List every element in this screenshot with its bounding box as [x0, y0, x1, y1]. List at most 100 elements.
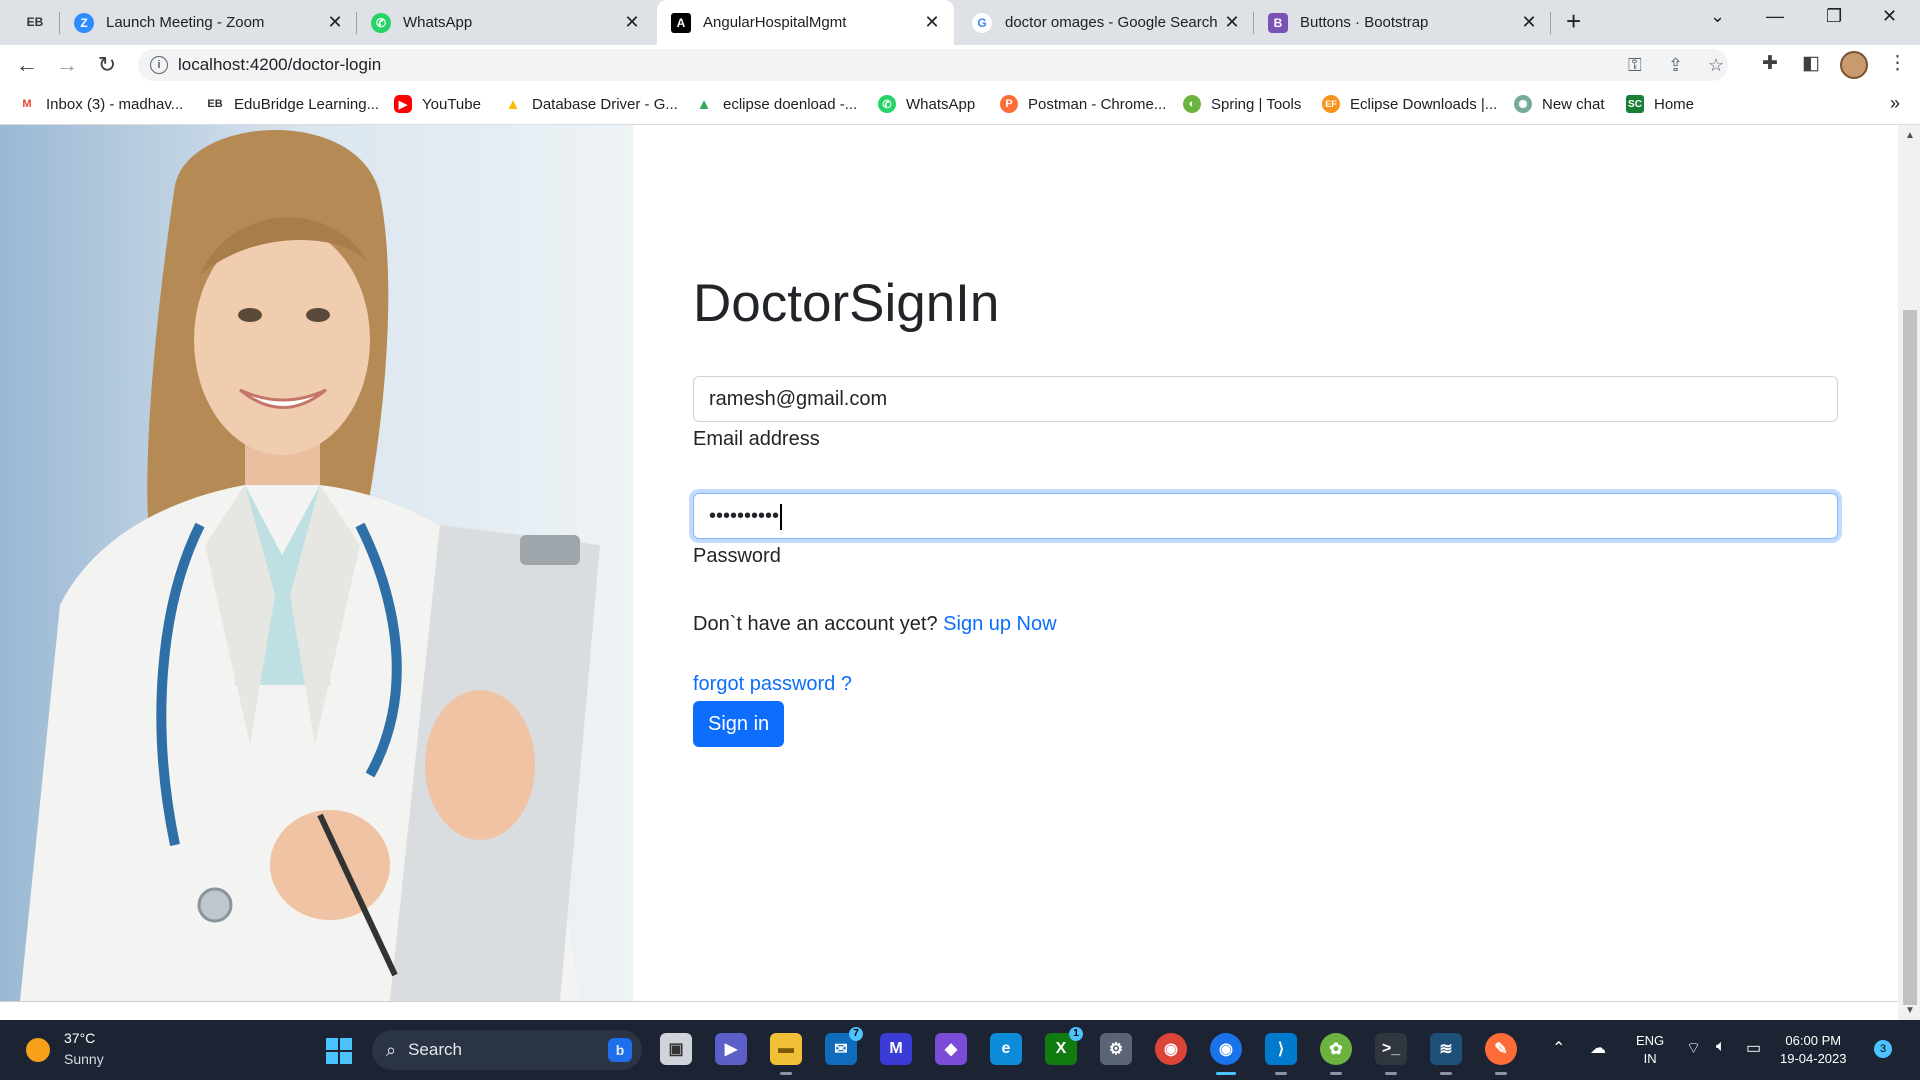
- close-icon[interactable]: ✕: [325, 12, 345, 33]
- tab-label: WhatsApp: [403, 14, 473, 31]
- share-icon[interactable]: ⇪: [1668, 55, 1683, 76]
- close-icon[interactable]: ✕: [922, 12, 942, 33]
- site-info-icon[interactable]: i: [150, 56, 168, 74]
- forgot-password-link[interactable]: forgot password ?: [693, 673, 852, 696]
- sun-icon[interactable]: [26, 1038, 50, 1062]
- bookmark-gmail[interactable]: M Inbox (3) - madhav...: [18, 95, 183, 113]
- volume-icon[interactable]: 🔈︎: [1716, 1038, 1726, 1056]
- email-label: Email address: [693, 428, 820, 450]
- teams-chat-icon[interactable]: ▶: [715, 1033, 747, 1065]
- notification-badge[interactable]: 3: [1874, 1040, 1892, 1058]
- bookmark-label: YouTube: [422, 95, 481, 113]
- tab-bootstrap[interactable]: B Buttons · Bootstrap ✕: [1254, 0, 1551, 45]
- bookmark-edubridge[interactable]: EB EduBridge Learning...: [206, 95, 379, 113]
- postman-icon[interactable]: ✎: [1485, 1033, 1517, 1075]
- bookmark-spring-tools[interactable]: ◐ Spring | Tools: [1183, 95, 1301, 113]
- chrome-icon[interactable]: ◉: [1155, 1033, 1187, 1065]
- tab-angularhospitalmgmt[interactable]: A AngularHospitalMgmt ✕: [657, 0, 954, 45]
- scroll-up-arrow-icon[interactable]: ▲: [1903, 130, 1917, 141]
- spring-tools-icon[interactable]: ✿: [1320, 1033, 1352, 1075]
- youtube-icon: ▶: [394, 95, 412, 113]
- tab-whatsapp[interactable]: ✆ WhatsApp ✕: [357, 0, 654, 45]
- signup-prompt: Don`t have an account yet? Sign up Now: [693, 613, 1057, 636]
- bookmark-eclipse-download[interactable]: ▲ eclipse doenload -...: [695, 95, 857, 113]
- bookmark-youtube[interactable]: ▶ YouTube: [394, 95, 481, 113]
- browser-toolbar: ← → ↻ i localhost:4200/doctor-login ⚿ ⇪ …: [0, 45, 1920, 85]
- scrollbar-thumb[interactable]: [1903, 310, 1917, 1005]
- bookmark-label: Spring | Tools: [1211, 95, 1302, 113]
- bookmark-star-icon[interactable]: ☆: [1708, 55, 1724, 76]
- back-arrow-icon[interactable]: ←: [13, 51, 41, 79]
- bookmark-postman[interactable]: P Postman - Chrome...: [1000, 95, 1166, 113]
- page-viewport: DoctorSignIn ramesh@gmail.com Email addr…: [0, 125, 1898, 1002]
- copilot-icon[interactable]: ◆: [935, 1033, 967, 1065]
- address-bar[interactable]: i localhost:4200/doctor-login ⚿ ⇪ ☆: [138, 49, 1728, 81]
- taskbar-search[interactable]: ⌕ Search b: [372, 1030, 642, 1070]
- bookmark-home[interactable]: SC Home: [1626, 95, 1694, 113]
- weather-description[interactable]: Sunny: [64, 1051, 104, 1067]
- tab-zoom[interactable]: Z Launch Meeting - Zoom ✕: [60, 0, 357, 45]
- weather-temperature[interactable]: 37°C: [64, 1030, 95, 1046]
- tab-strip: EB Z Launch Meeting - Zoom ✕ ✆ WhatsApp …: [0, 0, 1920, 45]
- bookmark-new-chat[interactable]: ✺ New chat: [1514, 95, 1605, 113]
- bing-icon[interactable]: b: [608, 1038, 632, 1062]
- tab-search-chevron-icon[interactable]: ⌄: [1710, 6, 1725, 27]
- battery-icon[interactable]: ▭: [1746, 1038, 1761, 1058]
- wifi-icon[interactable]: ⌔: [1686, 1038, 1701, 1058]
- terminal-icon[interactable]: >_: [1375, 1033, 1407, 1075]
- more-bookmarks-chevron-icon[interactable]: »: [1890, 93, 1900, 114]
- tab-label: AngularHospitalMgmt: [703, 14, 847, 31]
- chatgpt-icon: ✺: [1514, 95, 1532, 113]
- windows-start-icon[interactable]: [326, 1038, 352, 1064]
- show-hidden-icons-chevron-icon[interactable]: ⌃: [1552, 1038, 1565, 1058]
- page-title: DoctorSignIn: [693, 274, 1000, 333]
- bookmark-database-driver[interactable]: ▲ Database Driver - G...: [504, 95, 678, 113]
- bookmark-label: Inbox (3) - madhav...: [46, 95, 184, 113]
- tab-google-search[interactable]: G doctor omages - Google Search ✕: [957, 0, 1254, 45]
- bookmark-whatsapp[interactable]: ✆ WhatsApp: [878, 95, 975, 113]
- password-field[interactable]: ••••••••••: [693, 493, 1838, 539]
- mysql-workbench-icon[interactable]: ≋: [1430, 1033, 1462, 1075]
- bookmark-label: EduBridge Learning...: [234, 95, 380, 113]
- edge-icon[interactable]: e: [990, 1033, 1022, 1065]
- file-explorer-icon[interactable]: ▬: [770, 1033, 802, 1075]
- settings-gear-icon[interactable]: ⚙: [1100, 1033, 1132, 1065]
- close-icon[interactable]: ✕: [1519, 12, 1539, 33]
- window-close-icon[interactable]: ✕: [1882, 6, 1897, 27]
- edubridge-icon[interactable]: EB: [22, 9, 48, 35]
- gmail-icon: M: [18, 95, 36, 113]
- onedrive-icon[interactable]: ☁: [1590, 1038, 1606, 1058]
- close-icon[interactable]: ✕: [1222, 12, 1242, 33]
- bookmark-eclipse-downloads[interactable]: EF Eclipse Downloads |...: [1322, 95, 1497, 113]
- language-code: ENG: [1636, 1033, 1665, 1048]
- power-automate-icon[interactable]: M: [880, 1033, 912, 1065]
- browser-menu-icon[interactable]: ⋮: [1888, 52, 1907, 75]
- chrome-profile-icon[interactable]: ◉: [1210, 1033, 1242, 1075]
- new-tab-icon[interactable]: +: [1566, 6, 1581, 37]
- minimize-icon[interactable]: —: [1766, 6, 1784, 27]
- bookmark-label: eclipse doenload -...: [723, 95, 858, 113]
- key-icon[interactable]: ⚿: [1628, 55, 1642, 76]
- clock-time: 06:00 PM: [1785, 1033, 1842, 1048]
- password-value: ••••••••••: [709, 505, 780, 527]
- extensions-puzzle-icon[interactable]: ✚: [1762, 52, 1778, 75]
- signin-button[interactable]: Sign in: [693, 701, 785, 747]
- xbox-icon[interactable]: X1: [1045, 1027, 1083, 1065]
- side-panel-icon[interactable]: ◧: [1802, 52, 1820, 75]
- tab-label: doctor omages - Google Search: [1005, 14, 1218, 31]
- profile-avatar[interactable]: [1840, 51, 1868, 79]
- clock[interactable]: 06:00 PM 19-04-2023: [1780, 1032, 1847, 1068]
- language-indicator[interactable]: ENG IN: [1636, 1032, 1664, 1068]
- bookmark-label: Home: [1654, 95, 1695, 113]
- task-view-icon[interactable]: ▣: [660, 1033, 692, 1065]
- close-icon[interactable]: ✕: [622, 12, 642, 33]
- scroll-down-arrow-icon[interactable]: ▼: [1903, 1005, 1917, 1016]
- mail-icon[interactable]: ✉ 7: [825, 1027, 863, 1065]
- vscode-icon[interactable]: ⟩: [1265, 1033, 1297, 1075]
- reload-icon[interactable]: ↻: [93, 51, 121, 79]
- edubridge-icon: EB: [206, 95, 224, 113]
- forward-arrow-icon[interactable]: →: [53, 51, 81, 79]
- email-field[interactable]: ramesh@gmail.com: [693, 376, 1838, 422]
- signup-link[interactable]: Sign up Now: [943, 613, 1056, 635]
- restore-icon[interactable]: ❐: [1826, 6, 1842, 27]
